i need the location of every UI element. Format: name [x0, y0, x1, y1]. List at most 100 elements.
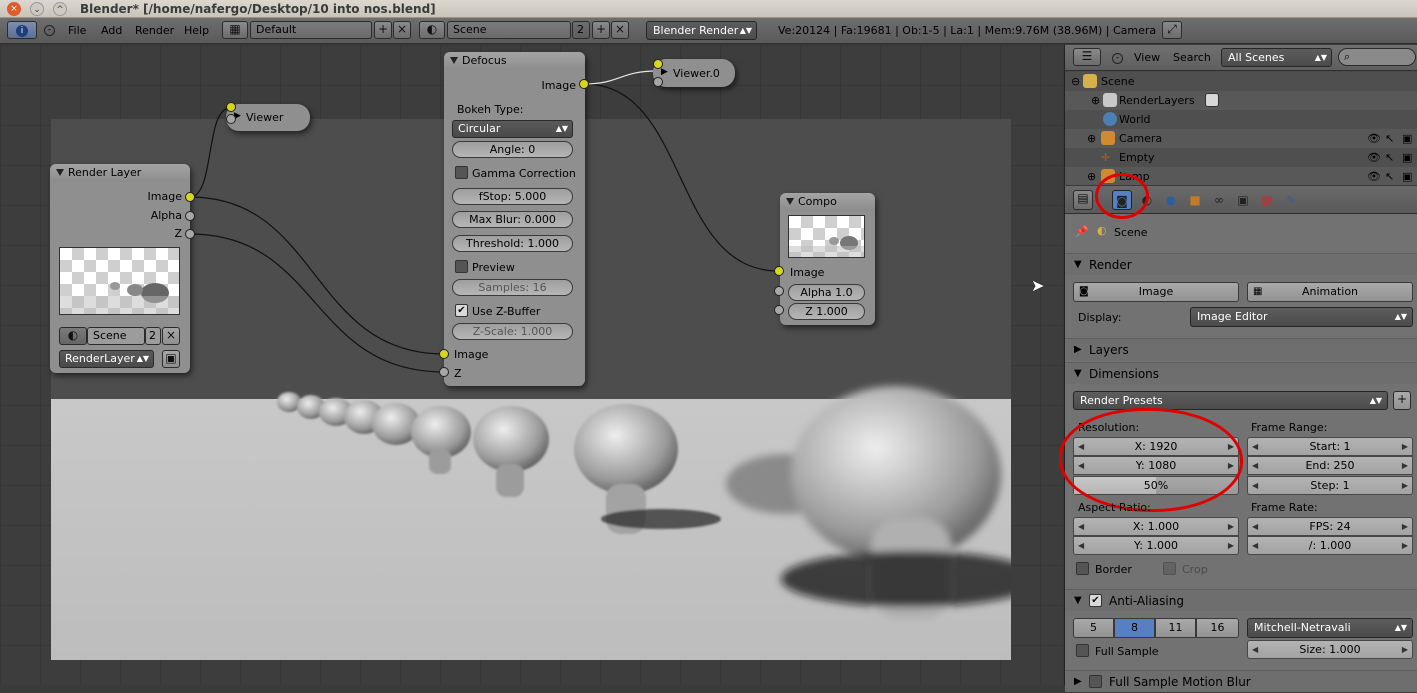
increment-arrow-icon[interactable]: ▶ — [1402, 457, 1408, 474]
renderability-camera-icon[interactable]: ▣ — [1402, 148, 1412, 167]
viewer-image-input-socket[interactable] — [226, 102, 236, 112]
render-layer-z-socket[interactable] — [185, 229, 195, 239]
increment-arrow-icon[interactable]: ▶ — [1402, 518, 1408, 535]
frame-step-field[interactable]: ◀ Step: 1 ▶ — [1247, 476, 1413, 495]
motion-blur-panel-header[interactable]: ▶ Full Sample Motion Blur — [1065, 670, 1417, 692]
menu-add[interactable]: Add — [101, 24, 122, 37]
increment-arrow-icon[interactable]: ▶ — [1402, 477, 1408, 494]
defocus-node-header[interactable]: Defocus — [444, 52, 585, 70]
render-panel-header[interactable]: ▼ Render — [1065, 253, 1417, 275]
menu-file[interactable]: File — [68, 24, 86, 37]
layers-panel-header[interactable]: ▶ Layers — [1065, 338, 1417, 360]
render-layer-select[interactable]: RenderLayer ▲▼ — [59, 350, 154, 368]
expand-icon[interactable]: ⊕ — [1087, 129, 1096, 148]
composite-node-header[interactable]: Compo — [780, 193, 875, 211]
defocus-node[interactable]: Defocus Image Bokeh Type: Circular ▲▼ An… — [444, 52, 585, 386]
render-engine-select[interactable]: Blender Render ▲▼ — [646, 21, 757, 40]
window-close-button[interactable]: × — [7, 2, 21, 16]
tab-world[interactable]: ● — [1161, 190, 1181, 210]
antialiasing-panel-header[interactable]: ▼ ✔ Anti-Aliasing — [1065, 589, 1417, 611]
defocus-image-input-socket[interactable] — [439, 349, 449, 359]
outliner-row-empty[interactable]: ✛ Empty 👁 ↖ ▣ — [1065, 148, 1417, 167]
samples-field[interactable]: Samples: 16 — [452, 279, 573, 296]
visibility-eye-icon[interactable]: 👁 — [1367, 129, 1381, 148]
composite-image-input-socket[interactable] — [774, 266, 784, 276]
viewer-alpha-input-socket[interactable] — [226, 114, 236, 124]
decrement-arrow-icon[interactable]: ◀ — [1252, 438, 1258, 455]
aspect-x-field[interactable]: ◀ X: 1.000 ▶ — [1073, 517, 1239, 536]
menu-help[interactable]: Help — [184, 24, 209, 37]
collapse-icon[interactable]: ⊖ — [1071, 72, 1080, 91]
fps-base-field[interactable]: ◀ /: 1.000 ▶ — [1247, 536, 1413, 555]
frame-start-field[interactable]: ◀ Start: 1 ▶ — [1247, 437, 1413, 456]
full-sample-checkbox[interactable] — [1076, 644, 1089, 657]
expand-icon[interactable]: ⊕ — [1087, 167, 1096, 185]
render-camera-icon[interactable]: ▣ — [162, 350, 180, 368]
decrement-arrow-icon[interactable]: ◀ — [1252, 457, 1258, 474]
decrement-arrow-icon[interactable]: ◀ — [1252, 537, 1258, 554]
tab-physics[interactable]: ✎ — [1281, 190, 1301, 210]
increment-arrow-icon[interactable]: ▶ — [1228, 518, 1234, 535]
outliner-menu-view[interactable]: View — [1134, 51, 1160, 64]
renderability-camera-icon[interactable]: ▣ — [1402, 167, 1412, 185]
aa-samples-16[interactable]: 16 — [1196, 618, 1239, 638]
visibility-eye-icon[interactable]: 👁 — [1367, 167, 1381, 185]
viewer0-node[interactable]: ▶ Viewer.0 — [653, 59, 735, 87]
angle-field[interactable]: Angle: 0 — [452, 141, 573, 158]
aa-size-field[interactable]: ◀ Size: 1.000 ▶ — [1247, 640, 1413, 659]
render-layer-alpha-socket[interactable] — [185, 211, 195, 221]
composite-z-field[interactable]: Z 1.000 — [788, 303, 865, 320]
outliner-search-input[interactable]: ⌕ — [1338, 48, 1416, 66]
antialiasing-checkbox[interactable]: ✔ — [1089, 594, 1102, 607]
tab-object[interactable]: ■ — [1185, 190, 1205, 210]
delete-screen-button[interactable]: × — [393, 21, 411, 39]
tab-constraints[interactable]: ∞ — [1209, 190, 1229, 210]
composite-node[interactable]: Compo Image Alpha 1.0 Z 1.000 — [780, 193, 875, 325]
fps-field[interactable]: ◀ FPS: 24 ▶ — [1247, 517, 1413, 536]
decrement-arrow-icon[interactable]: ◀ — [1078, 537, 1084, 554]
fstop-field[interactable]: fStop: 5.000 — [452, 188, 573, 205]
viewer0-alpha-input-socket[interactable] — [653, 77, 663, 87]
screen-layout-field[interactable]: Default — [250, 21, 372, 39]
border-checkbox[interactable] — [1076, 562, 1089, 575]
properties-editor-type-icon[interactable]: ▤ — [1073, 190, 1093, 210]
increment-arrow-icon[interactable]: ▶ — [1228, 537, 1234, 554]
selectability-cursor-icon[interactable]: ↖ — [1385, 167, 1394, 185]
render-image-button[interactable]: ◙ Image — [1073, 282, 1239, 302]
screen-layout-icon[interactable]: ▦ — [222, 21, 248, 39]
increment-arrow-icon[interactable]: ▶ — [1402, 537, 1408, 554]
gamma-correction-checkbox[interactable] — [455, 166, 468, 179]
tab-texture[interactable]: ▩ — [1257, 190, 1277, 210]
composite-alpha-input-socket[interactable] — [774, 286, 784, 296]
threshold-field[interactable]: Threshold: 1.000 — [452, 235, 573, 252]
selectability-cursor-icon[interactable]: ↖ — [1385, 129, 1394, 148]
crop-checkbox[interactable] — [1163, 562, 1176, 575]
composite-alpha-field[interactable]: Alpha 1.0 — [788, 284, 865, 301]
render-layer-node-header[interactable]: Render Layer — [50, 164, 190, 182]
scene-browse-icon[interactable]: ◐ — [59, 327, 87, 345]
render-layer-image-socket[interactable] — [185, 192, 195, 202]
decrement-arrow-icon[interactable]: ◀ — [1252, 477, 1258, 494]
preview-checkbox[interactable] — [455, 260, 468, 273]
visibility-eye-icon[interactable]: 👁 — [1367, 148, 1381, 167]
outliner-row-renderlayers[interactable]: ⊕ RenderLayers — [1065, 91, 1417, 110]
render-layer-scene-field[interactable]: Scene — [87, 327, 145, 345]
viewer0-image-input-socket[interactable] — [653, 59, 663, 69]
outliner-menu-search[interactable]: Search — [1173, 51, 1211, 64]
scene-field[interactable]: Scene — [447, 21, 571, 39]
pin-icon[interactable]: 📌 — [1075, 225, 1089, 238]
aa-samples-5[interactable]: 5 — [1073, 618, 1114, 638]
motion-blur-checkbox[interactable] — [1089, 675, 1102, 688]
render-animation-button[interactable]: ▦ Animation — [1247, 282, 1413, 302]
increment-arrow-icon[interactable]: ▶ — [1402, 641, 1408, 658]
max-blur-field[interactable]: Max Blur: 0.000 — [452, 211, 573, 228]
increment-arrow-icon[interactable]: ▶ — [1402, 438, 1408, 455]
add-preset-button[interactable]: + — [1393, 391, 1411, 410]
decrement-arrow-icon[interactable]: ◀ — [1252, 641, 1258, 658]
render-layer-node[interactable]: Render Layer Image Alpha Z ◐ Scene 2 × R… — [50, 164, 190, 373]
menu-render[interactable]: Render — [135, 24, 174, 37]
menu-collapse-icon[interactable]: - — [44, 25, 55, 36]
outliner-display-select[interactable]: All Scenes ▲▼ — [1221, 48, 1332, 67]
renderability-camera-icon[interactable]: ▣ — [1402, 129, 1412, 148]
use-zbuffer-checkbox[interactable]: ✔ — [455, 304, 468, 317]
